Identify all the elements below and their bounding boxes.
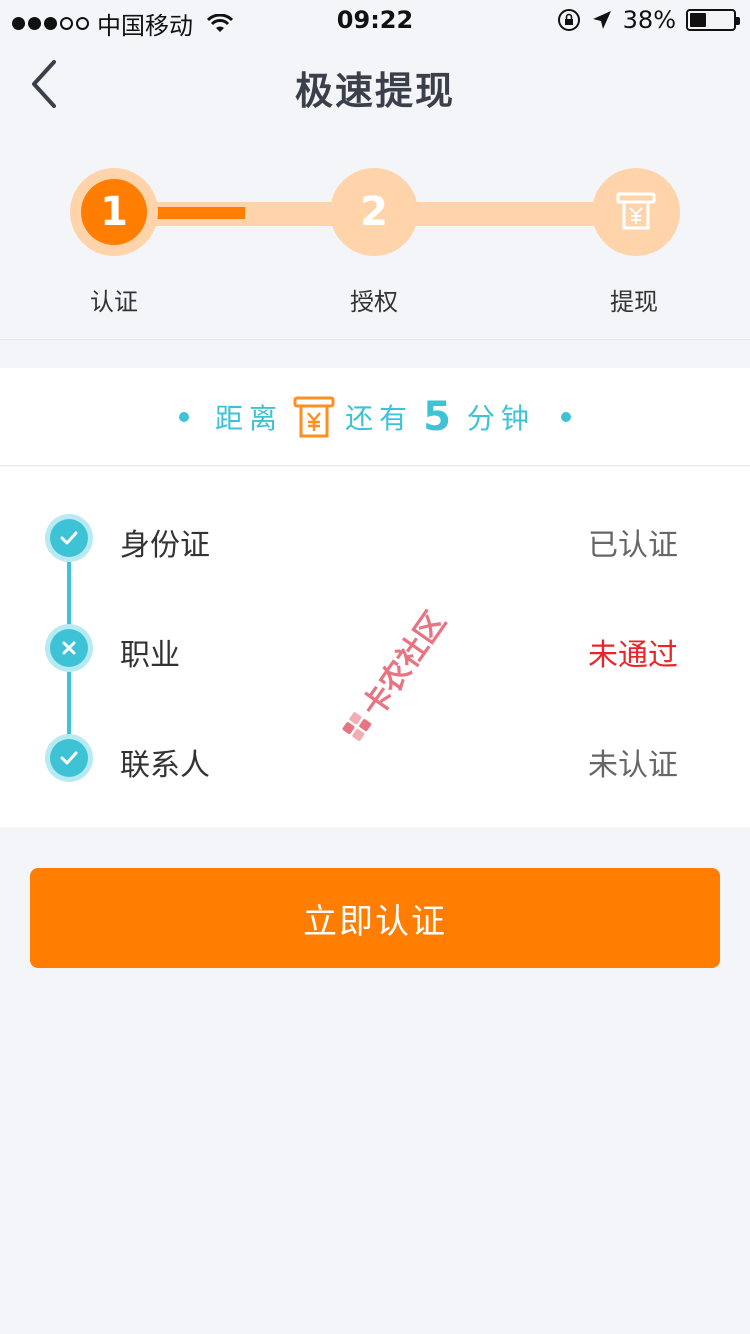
step-1-label: 认证 [90, 288, 138, 316]
location-arrow-icon [592, 11, 611, 29]
item-label: 身份证 [120, 528, 210, 563]
list-item-id-card[interactable]: 身份证 已认证 [0, 508, 750, 568]
screen: 中国移动 09:22 38% 极速提现 1 2 认证 授权 提现 距离 还有 5… [0, 0, 750, 1334]
item-status: 已认证 [588, 528, 678, 563]
item-label: 职业 [120, 638, 180, 673]
banner-middle: 还有 [345, 401, 414, 435]
item-status: 未通过 [588, 638, 678, 673]
banner-dot-left [179, 411, 190, 422]
step-1-number: 1 [81, 179, 147, 245]
item-status: 未认证 [588, 748, 678, 783]
page-title: 极速提现 [294, 69, 455, 113]
status-right: 38% [557, 6, 740, 34]
step-2-number: 2 [360, 189, 388, 235]
countdown-banner: 距离 还有 5 分钟 [0, 368, 750, 466]
battery-icon [686, 9, 740, 31]
orientation-lock-icon [557, 9, 580, 31]
banner-suffix: 分钟 [466, 401, 535, 435]
step-3 [592, 168, 680, 256]
progress-steps: 1 2 认证 授权 提现 [0, 150, 750, 340]
check-icon [50, 739, 88, 777]
step-2: 2 [330, 168, 418, 256]
battery-fill [690, 13, 706, 27]
atm-icon [616, 192, 656, 230]
step-3-label: 提现 [610, 288, 658, 316]
step-2-label: 授权 [350, 288, 398, 316]
banner-dot-right [560, 411, 571, 422]
verify-now-button[interactable]: 立即认证 [30, 868, 720, 968]
atm-yen-icon [293, 396, 335, 437]
cross-icon [50, 629, 88, 667]
status-bar: 中国移动 09:22 38% [0, 0, 750, 40]
watermark-text: 卡农社区 [355, 605, 454, 724]
battery-percent: 38% [622, 6, 676, 34]
nav-bar: 极速提现 [0, 40, 750, 128]
banner-text: 距离 还有 5 分钟 [215, 394, 535, 440]
check-icon [50, 519, 88, 557]
step-1: 1 [70, 168, 158, 256]
banner-prefix: 距离 [215, 401, 284, 435]
banner-minutes: 5 [423, 393, 457, 440]
item-label: 联系人 [120, 748, 210, 783]
